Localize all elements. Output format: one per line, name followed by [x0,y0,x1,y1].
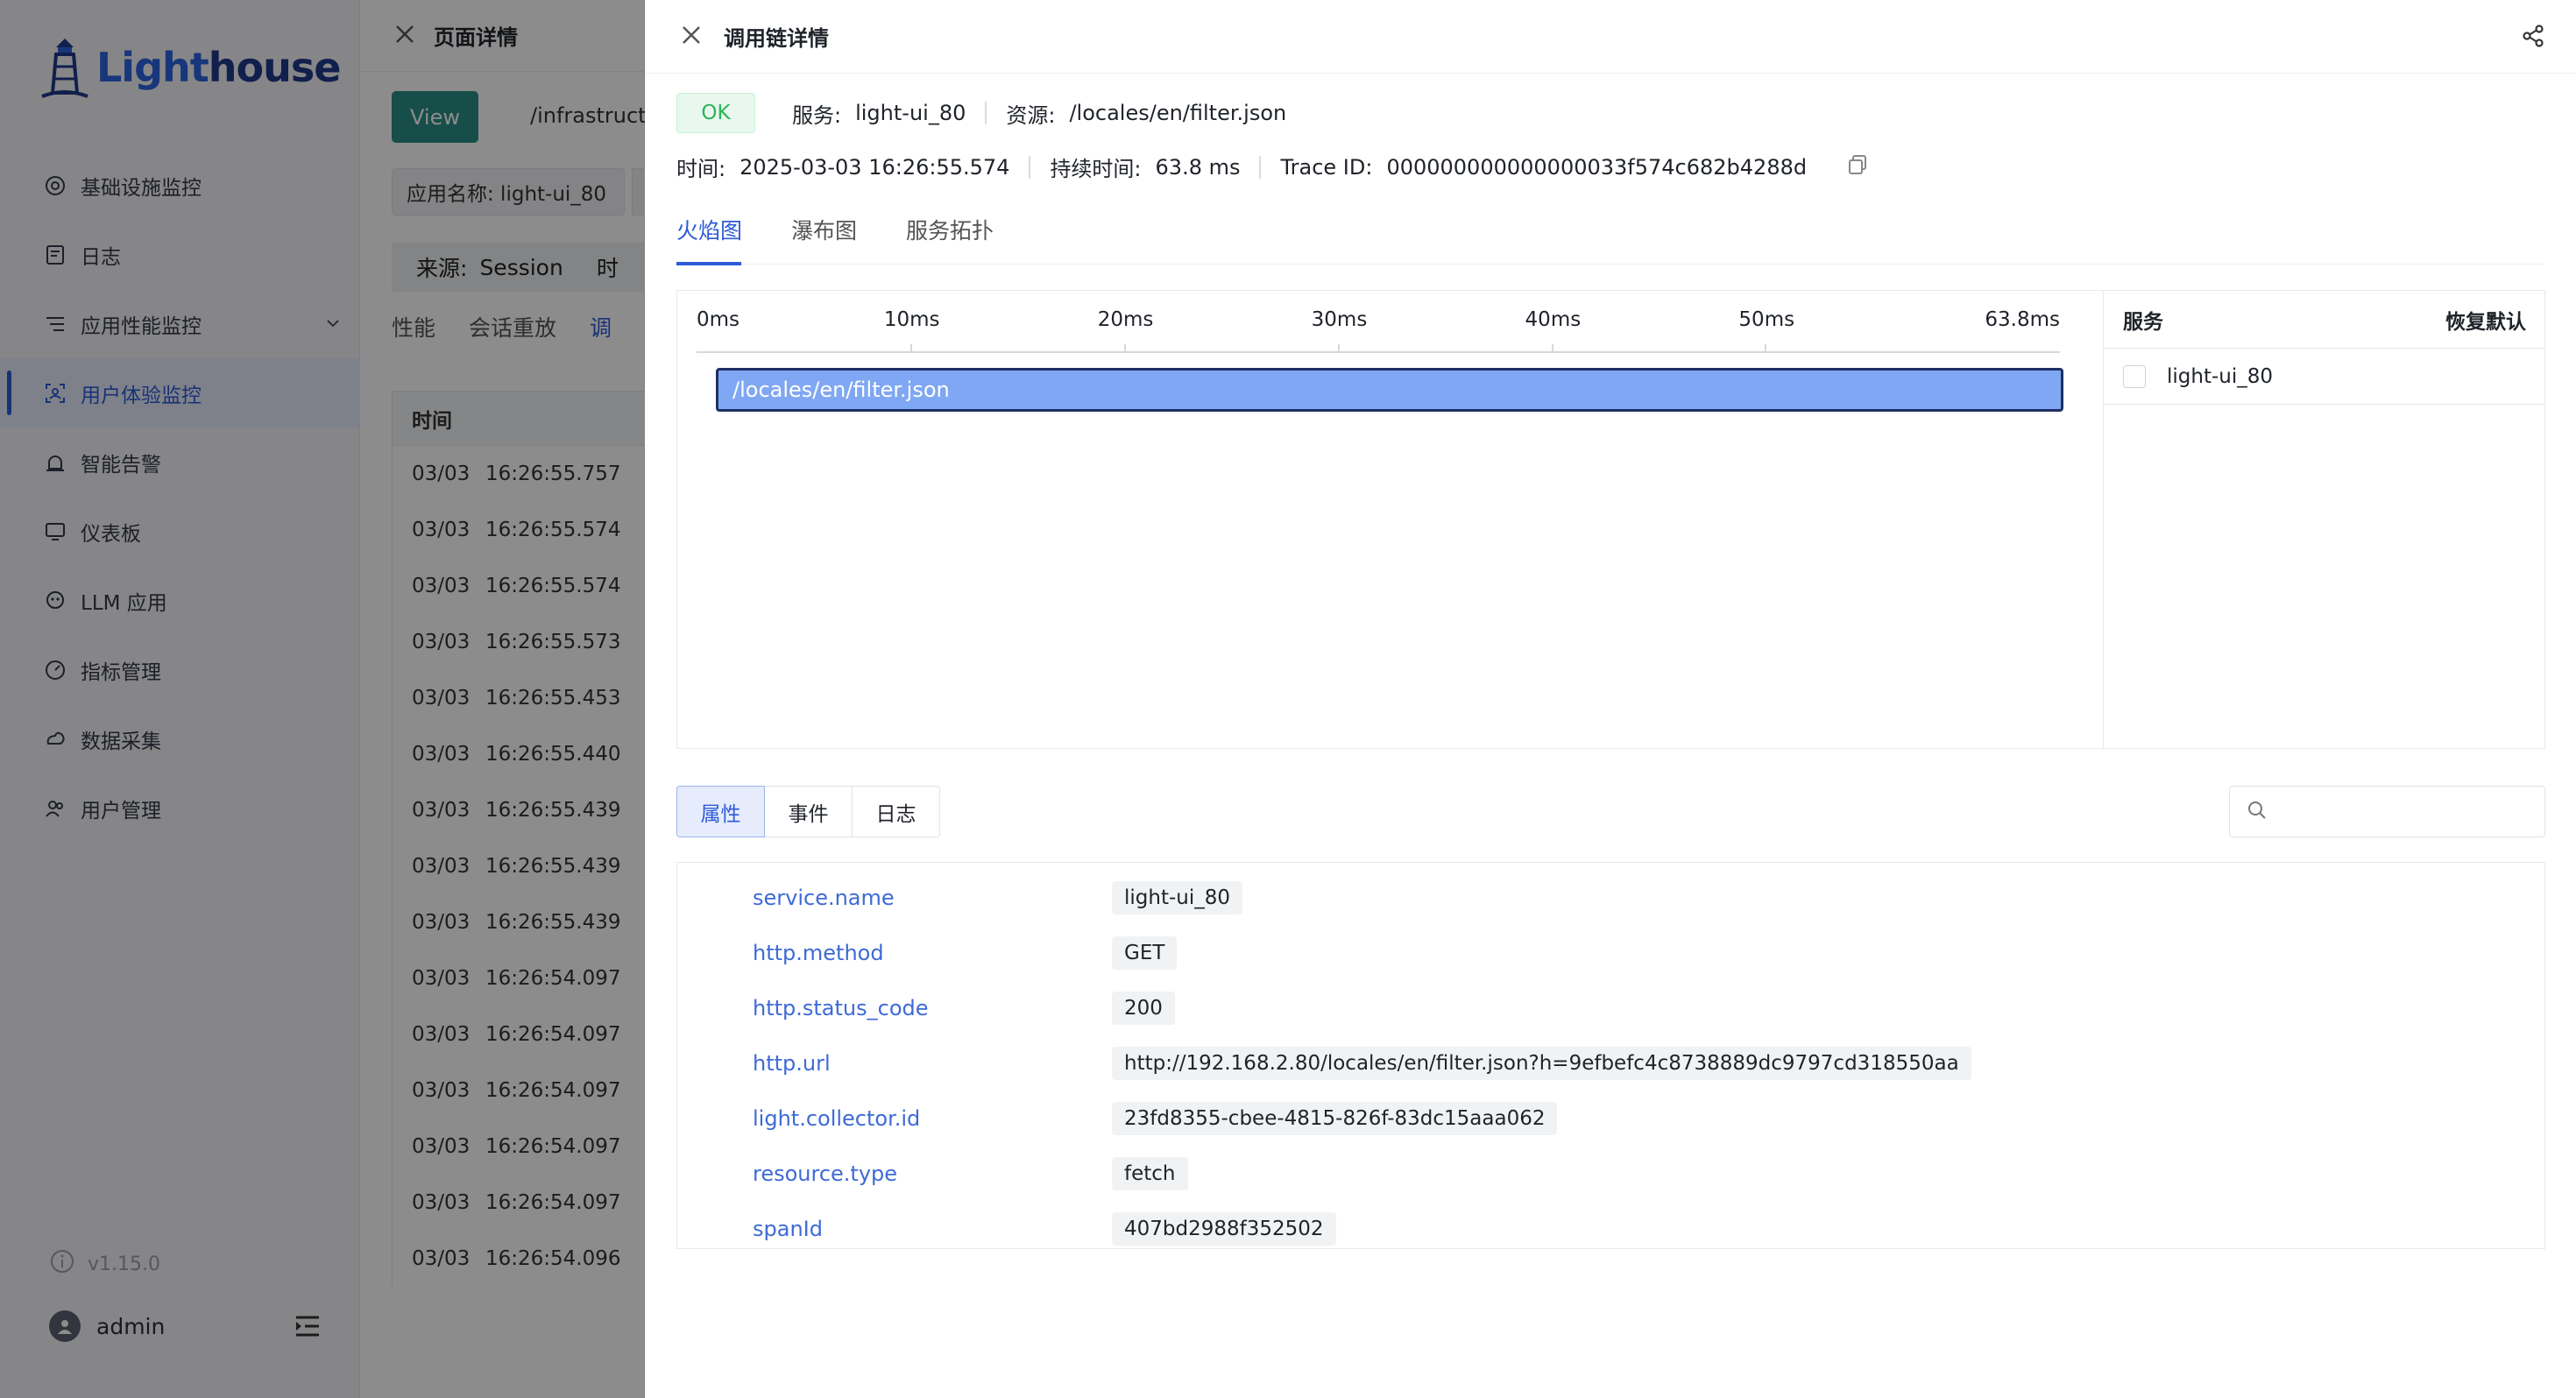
trace-summary-row: OK 服务: light-ui_80 资源: /locales/en/filte… [676,93,1286,133]
service-filter-label: light-ui_80 [2167,364,2274,388]
detail-tabs: 属性 事件 日志 [676,786,940,837]
timeline-axis [697,351,2060,353]
timeline-tick [909,344,912,353]
resource-value: /locales/en/filter.json [1069,101,1287,125]
attribute-key: http.status_code [753,995,929,1020]
duration-value: 63.8 ms [1155,154,1241,180]
attribute-row: spanId 407bd2988f352502 [677,1201,2544,1256]
reset-default-button[interactable]: 恢复默认 [2445,305,2526,335]
attribute-value: 23fd8355-cbee-4815-826f-83dc15aaa062 [1112,1101,1558,1135]
trace-meta-row: 时间: 2025-03-03 16:26:55.574 持续时间: 63.8 m… [676,152,1868,182]
flame-timeline: 0ms 10ms 20ms 30ms 40ms 50ms 63.8ms [697,300,2060,353]
share-icon[interactable] [2522,25,2544,51]
search-icon [2247,801,2267,823]
attribute-row: http.status_code 200 [677,980,2544,1035]
flame-span-bar[interactable]: /locales/en/filter.json [716,368,2063,412]
trace-id-value: 000000000000000033f574c682b4288d [1386,154,1808,180]
timeline-tick-label: 0ms [697,308,740,331]
attribute-row: http.method GET [677,925,2544,980]
tab-waterfall[interactable]: 瀑布图 [791,210,857,265]
attribute-key: http.url [753,1050,831,1076]
attribute-key: http.method [753,940,884,965]
drawer-header: 调用链详情 [645,0,2576,74]
attributes-list: service.name light-ui_80 http.method GET htt… [676,862,2545,1249]
attribute-value: 200 [1112,991,1175,1025]
trace-id-label: Trace ID: [1280,154,1373,180]
span-label: /locales/en/filter.json [732,378,950,402]
service-filter-item[interactable]: light-ui_80 [2104,349,2545,405]
attribute-key: spanId [753,1216,823,1241]
attribute-key: service.name [753,885,895,910]
attribute-search[interactable] [2229,786,2545,837]
attribute-key: light.collector.id [753,1105,921,1131]
attribute-key: resource.type [753,1161,898,1186]
timeline-tick [1123,344,1126,353]
timeline-tick-label: 40ms [1525,308,1582,331]
timeline-tick [1337,344,1340,353]
timeline-tick-label: 10ms [883,308,940,331]
close-icon[interactable] [682,25,701,48]
trace-detail-drawer: 调用链详情 OK 服务: light-ui_80 资源: /locales/en… [645,0,2576,1398]
attribute-row: service.name light-ui_80 [677,870,2544,925]
attribute-value: fetch [1112,1156,1188,1190]
attribute-value: GET [1112,936,1178,970]
flame-graph-panel: 0ms 10ms 20ms 30ms 40ms 50ms 63.8ms /locales/e… [676,290,2545,749]
time-label: 时间: [676,157,726,181]
duration-label: 持续时间: [1050,157,1142,181]
service-value: light-ui_80 [855,101,966,125]
timeline-tick-label: 63.8ms [1985,308,2060,331]
attribute-row: resource.type fetch [677,1146,2544,1201]
service-label: 服务: [792,102,842,128]
modal-overlay[interactable] [0,0,645,1398]
time-value: 2025-03-03 16:26:55.574 [740,154,1010,180]
attribute-value: 407bd2988f352502 [1112,1211,1336,1246]
status-badge: OK [676,93,755,133]
attribute-value: light-ui_80 [1112,880,1243,914]
tab-flame-graph[interactable]: 火焰图 [676,210,742,265]
attribute-value: http://192.168.2.80/locales/en/filter.js… [1112,1046,1971,1080]
timeline-tick [1765,344,1767,353]
service-filter-panel: 服务 恢复默认 light-ui_80 [2103,291,2545,748]
search-input[interactable] [2279,800,2533,823]
timeline-tick-label: 50ms [1738,308,1795,331]
trace-view-tabs: 火焰图 瀑布图 服务拓扑 [676,210,2544,265]
timeline-tick-label: 30ms [1311,308,1368,331]
tab-service-topology[interactable]: 服务拓扑 [906,210,994,265]
tab-events[interactable]: 事件 [764,786,853,837]
tab-attributes[interactable]: 属性 [676,786,765,837]
timeline-tick-label: 20ms [1097,308,1154,331]
copy-icon[interactable] [1847,154,1868,180]
service-filter-header: 服务 恢复默认 [2104,291,2545,349]
tab-logs[interactable]: 日志 [852,786,940,837]
divider [1029,155,1031,179]
service-checkbox[interactable] [2123,364,2146,388]
drawer-title: 调用链详情 [724,26,829,51]
attribute-row: http.url http://192.168.2.80/locales/en/f… [677,1035,2544,1091]
divider [985,102,987,124]
service-header-label: 服务 [2123,310,2163,334]
timeline-tick [1551,344,1553,353]
resource-label: 资源: [1006,102,1056,128]
attribute-row: light.collector.id 23fd8355-cbee-4815-826… [677,1091,2544,1146]
divider [1259,155,1262,179]
